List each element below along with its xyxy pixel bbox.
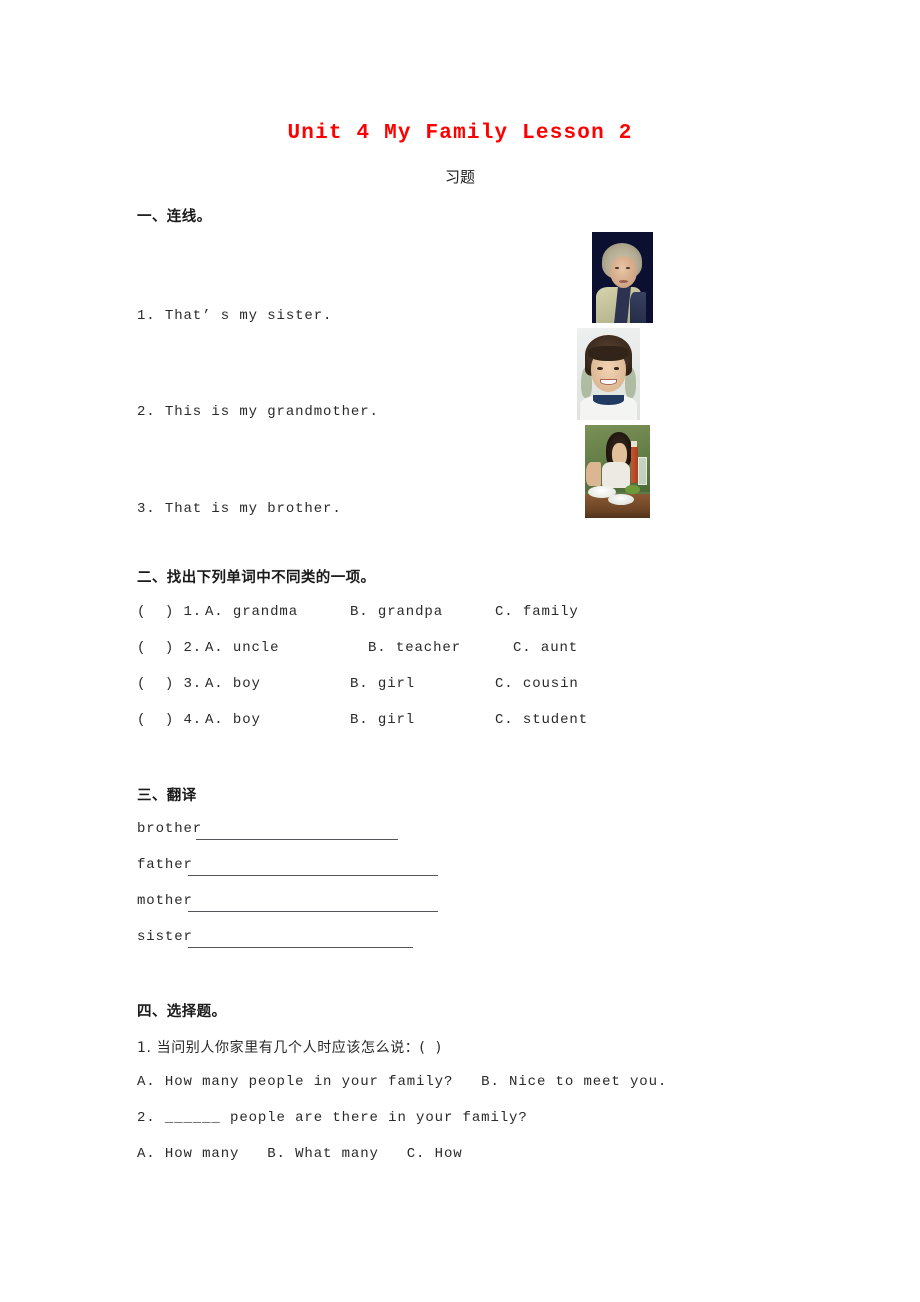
translate-answer-sister[interactable] bbox=[188, 947, 413, 948]
odd-row-3-option-a[interactable]: A. boy bbox=[205, 676, 261, 692]
odd-row-4-option-b[interactable]: B. girl bbox=[350, 712, 415, 728]
odd-row-1-option-c[interactable]: C. family bbox=[495, 604, 579, 620]
translate-word-brother: brother bbox=[137, 821, 203, 837]
odd-row-4-option-c[interactable]: C. student bbox=[495, 712, 588, 728]
odd-row-1-option-a[interactable]: A. grandma bbox=[205, 604, 298, 620]
translate-word-sister: sister bbox=[137, 929, 193, 945]
odd-row-2-option-a[interactable]: A. uncle bbox=[205, 640, 279, 656]
mc-q2-prompt-before: 2. bbox=[137, 1110, 165, 1126]
grandmother-photo bbox=[592, 232, 653, 323]
worksheet-page: Unit 4 My Family Lesson 2 习题 一、连线。 1. Th… bbox=[0, 0, 920, 1302]
odd-row-3-mark: ( ) 3. bbox=[137, 676, 203, 692]
odd-row-2-mark: ( ) 2. bbox=[137, 640, 203, 656]
odd-row-1-mark: ( ) 1. bbox=[137, 604, 203, 620]
translate-answer-brother[interactable] bbox=[196, 839, 398, 840]
odd-row-1-option-b[interactable]: B. grandpa bbox=[350, 604, 443, 620]
section-4-heading: 四、选择题。 bbox=[137, 1004, 227, 1020]
girl-eating-photo bbox=[585, 425, 650, 518]
odd-row-3-option-b[interactable]: B. girl bbox=[350, 676, 415, 692]
mc-q2-prompt-after: people are there in your family? bbox=[220, 1110, 528, 1126]
odd-row-3-option-c[interactable]: C. cousin bbox=[495, 676, 579, 692]
match-item-3: 3. That is my brother. bbox=[137, 501, 342, 517]
page-title: Unit 4 My Family Lesson 2 bbox=[287, 122, 633, 145]
odd-row-2-option-c[interactable]: C. aunt bbox=[513, 640, 578, 656]
section-2-heading: 二、找出下列单词中不同类的一项。 bbox=[137, 570, 376, 586]
odd-row-4-option-a[interactable]: A. boy bbox=[205, 712, 261, 728]
section-3-heading: 三、翻译 bbox=[137, 788, 197, 804]
odd-row-2-option-b[interactable]: B. teacher bbox=[368, 640, 461, 656]
match-item-2: 2. This is my grandmother. bbox=[137, 404, 379, 420]
mc-q1-prompt: 1. 当问别人你家里有几个人时应该怎么说：( ) bbox=[137, 1040, 442, 1056]
mc-q2-prompt: 2. ______ people are there in your famil… bbox=[137, 1110, 528, 1126]
translate-answer-mother[interactable] bbox=[188, 911, 438, 912]
match-item-1: 1. That’ s my sister. bbox=[137, 308, 333, 324]
mc-q1-options[interactable]: A. How many people in your family? B. Ni… bbox=[137, 1074, 667, 1090]
mc-q2-options[interactable]: A. How many B. What many C. How bbox=[137, 1146, 463, 1162]
translate-word-mother: mother bbox=[137, 893, 193, 909]
translate-word-father: father bbox=[137, 857, 193, 873]
mc-q2-blank[interactable]: ______ bbox=[165, 1110, 221, 1126]
boy-photo bbox=[577, 328, 640, 420]
page-subtitle: 习题 bbox=[444, 168, 475, 186]
odd-row-4-mark: ( ) 4. bbox=[137, 712, 203, 728]
translate-answer-father[interactable] bbox=[188, 875, 438, 876]
section-1-heading: 一、连线。 bbox=[137, 209, 212, 225]
